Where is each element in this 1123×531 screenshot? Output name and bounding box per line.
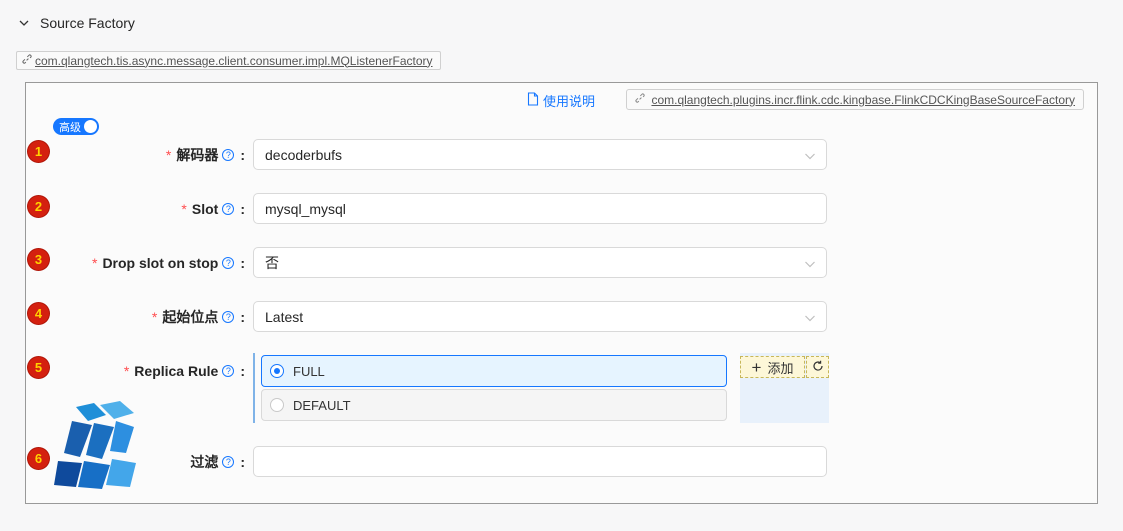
step-badge-3: 3 bbox=[28, 249, 49, 270]
slot-value: mysql_mysql bbox=[265, 200, 346, 217]
brand-logo bbox=[54, 401, 138, 489]
field-label-start-position: * 起始位点 ? : bbox=[152, 307, 245, 327]
chevron-down-icon[interactable] bbox=[16, 15, 32, 31]
section-header[interactable]: Source Factory bbox=[16, 12, 135, 34]
listener-class-name: com.qlangtech.tis.async.message.client.c… bbox=[35, 53, 433, 68]
impl-class-name: com.qlangtech.plugins.incr.flink.cdc.kin… bbox=[651, 92, 1075, 107]
advanced-toggle[interactable]: 高级 bbox=[53, 118, 99, 135]
chevron-down-icon bbox=[804, 149, 816, 161]
decoder-select[interactable]: decoderbufs bbox=[253, 139, 827, 170]
required-mark: * bbox=[151, 309, 158, 325]
field-label-drop-slot: * Drop slot on stop ? : bbox=[92, 253, 245, 273]
step-badge-5: 5 bbox=[28, 357, 49, 378]
refresh-icon bbox=[812, 359, 824, 375]
form-panel: 使用说明 com.qlangtech.plugins.incr.flink.cd… bbox=[25, 82, 1098, 504]
replica-option-default[interactable]: DEFAULT bbox=[261, 389, 727, 421]
required-mark: * bbox=[181, 201, 187, 217]
help-icon[interactable]: ? bbox=[222, 203, 235, 215]
help-icon[interactable]: ? bbox=[222, 365, 235, 377]
label-colon: : bbox=[240, 309, 245, 325]
replica-option-full[interactable]: FULL bbox=[261, 355, 727, 387]
field-label-text: Drop slot on stop bbox=[102, 255, 219, 271]
label-colon: : bbox=[240, 363, 245, 379]
step-badge-1: 1 bbox=[28, 141, 49, 162]
help-icon[interactable]: ? bbox=[222, 456, 235, 468]
required-mark: * bbox=[91, 255, 98, 271]
help-icon[interactable]: ? bbox=[222, 257, 235, 269]
field-label-replica-rule: * Replica Rule ? : bbox=[124, 361, 245, 381]
start-position-select[interactable]: Latest bbox=[253, 301, 827, 332]
step-badge-6: 6 bbox=[28, 448, 49, 469]
required-mark: * bbox=[123, 363, 130, 379]
required-mark: * bbox=[165, 147, 172, 163]
step-badge-2: 2 bbox=[28, 196, 49, 217]
add-replica-button[interactable]: + 添加 bbox=[740, 356, 805, 378]
file-icon bbox=[527, 92, 539, 109]
link-icon bbox=[22, 53, 33, 68]
label-colon: : bbox=[240, 201, 245, 217]
drop-slot-select[interactable]: 否 bbox=[253, 247, 827, 278]
section-title: Source Factory bbox=[40, 15, 135, 31]
replica-rule-group: FULL DEFAULT + 添加 bbox=[253, 353, 829, 423]
replica-option-label: DEFAULT bbox=[293, 397, 351, 413]
step-badge-4: 4 bbox=[28, 303, 49, 324]
toggle-knob bbox=[84, 120, 97, 133]
label-colon: : bbox=[240, 255, 245, 271]
plus-icon: + bbox=[751, 357, 762, 377]
chevron-down-icon bbox=[804, 311, 816, 323]
field-label-text: 过滤 bbox=[190, 454, 219, 470]
field-label-decoder: * 解码器 ? : bbox=[166, 145, 245, 165]
field-label-text: Replica Rule bbox=[134, 363, 219, 379]
field-label-filter: 过滤 ? : bbox=[190, 452, 245, 472]
usage-doc-link[interactable]: 使用说明 bbox=[527, 91, 595, 110]
listener-class-tag[interactable]: com.qlangtech.tis.async.message.client.c… bbox=[16, 51, 441, 70]
help-icon[interactable]: ? bbox=[222, 149, 235, 161]
replica-option-label: FULL bbox=[293, 363, 325, 379]
advanced-toggle-label: 高级 bbox=[59, 121, 81, 134]
chevron-down-icon bbox=[804, 257, 816, 269]
field-label-text: 解码器 bbox=[176, 147, 219, 163]
drop-slot-value: 否 bbox=[265, 254, 279, 271]
filter-input[interactable] bbox=[253, 446, 827, 477]
field-label-text: 起始位点 bbox=[162, 309, 219, 325]
add-button-label: 添加 bbox=[767, 360, 794, 376]
label-colon: : bbox=[240, 454, 245, 470]
label-colon: : bbox=[240, 147, 245, 163]
field-label-slot: * Slot ? : bbox=[181, 199, 245, 219]
link-icon bbox=[635, 92, 646, 107]
decoder-value: decoderbufs bbox=[265, 146, 343, 163]
refresh-button[interactable] bbox=[806, 356, 829, 378]
help-icon[interactable]: ? bbox=[222, 311, 235, 323]
usage-doc-label: 使用说明 bbox=[542, 94, 595, 109]
radio-checked-icon bbox=[270, 364, 284, 378]
field-label-text: Slot bbox=[191, 201, 219, 217]
slot-input[interactable]: mysql_mysql bbox=[253, 193, 827, 224]
radio-unchecked-icon bbox=[270, 398, 284, 412]
impl-class-tag[interactable]: com.qlangtech.plugins.incr.flink.cdc.kin… bbox=[626, 89, 1084, 110]
start-position-value: Latest bbox=[265, 308, 304, 325]
